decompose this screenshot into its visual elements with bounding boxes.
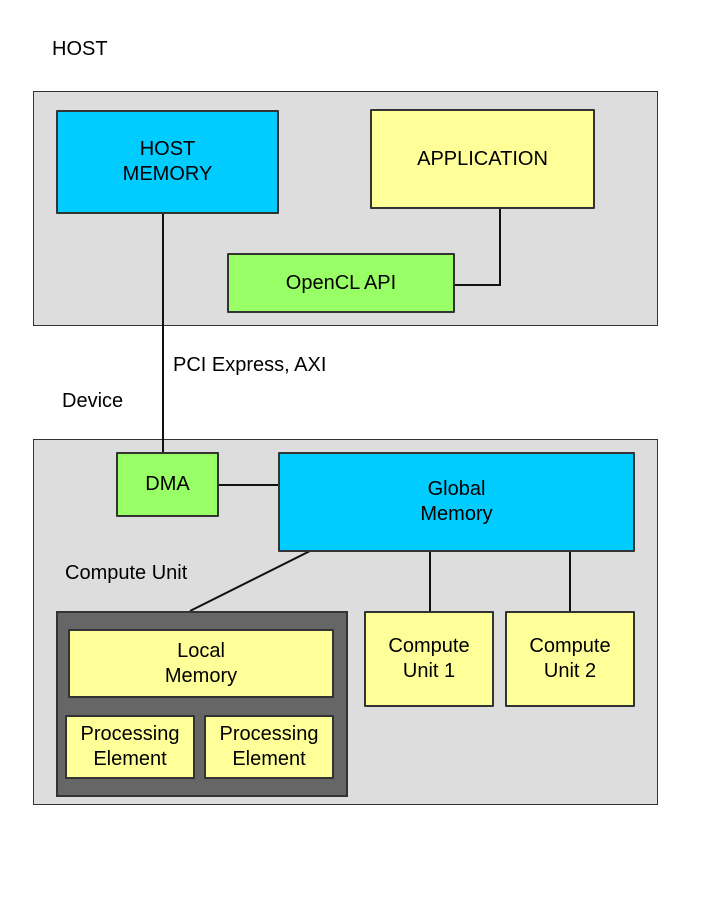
opencl-api-box[interactable]: OpenCL API <box>227 253 455 313</box>
opencl-api-label: OpenCL API <box>285 271 397 294</box>
compute-unit-1-line-1: Compute <box>388 635 470 657</box>
bus-label: PCI Express, AXI <box>173 354 327 376</box>
processing-element-2-line-2: Element <box>232 748 306 770</box>
local-memory-line-2: Memory <box>164 664 238 687</box>
host-memory-box[interactable]: HOST MEMORY <box>56 110 279 214</box>
processing-element-box-1[interactable]: Processing Element <box>65 715 195 779</box>
processing-element-2-line-1: Processing <box>219 723 319 745</box>
application-label: APPLICATION <box>417 147 548 170</box>
device-label: Device <box>62 390 124 412</box>
compute-unit-2-line-2: Unit 2 <box>543 660 597 682</box>
global-memory-box[interactable]: Global Memory <box>278 452 635 552</box>
compute-unit-2-line-1: Compute <box>529 635 611 657</box>
processing-element-box-2[interactable]: Processing Element <box>204 715 334 779</box>
local-memory-line-1: Local <box>177 639 225 662</box>
host-memory-line-2: MEMORY <box>122 163 213 185</box>
global-memory-line-2: Memory <box>420 503 493 525</box>
application-box[interactable]: APPLICATION <box>370 109 595 209</box>
dma-label: DMA <box>145 473 190 495</box>
host-memory-line-1: HOST <box>139 138 196 160</box>
compute-unit-1-line-2: Unit 1 <box>402 660 456 682</box>
dma-box[interactable]: DMA <box>116 452 219 517</box>
compute-unit-1-box[interactable]: Compute Unit 1 <box>364 611 494 707</box>
processing-element-1-line-1: Processing <box>80 723 180 745</box>
processing-element-1-line-2: Element <box>93 748 167 770</box>
local-memory-box[interactable]: Local Memory <box>68 629 334 698</box>
host-label: HOST <box>52 38 108 60</box>
global-memory-line-1: Global <box>427 478 486 500</box>
compute-unit-2-box[interactable]: Compute Unit 2 <box>505 611 635 707</box>
compute-unit-label: Compute Unit <box>65 562 188 584</box>
